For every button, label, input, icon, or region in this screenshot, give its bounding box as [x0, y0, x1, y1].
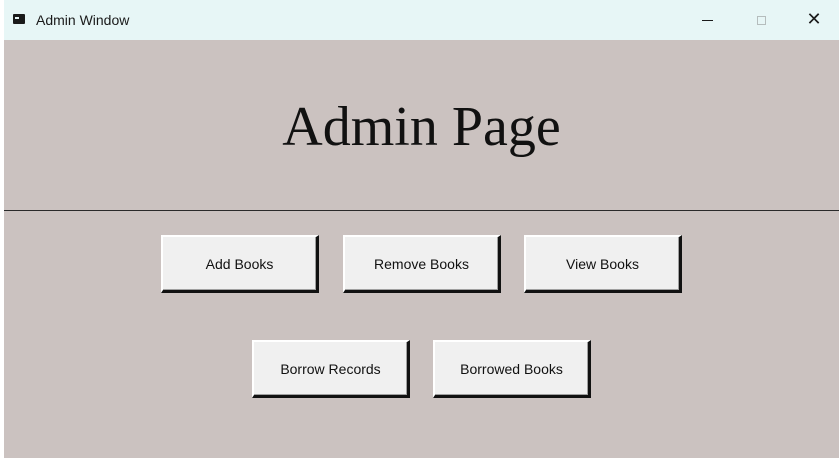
app-icon: [13, 14, 25, 24]
borrow-records-button[interactable]: Borrow Records: [252, 340, 410, 398]
close-button[interactable]: ✕: [787, 0, 839, 40]
divider: [4, 210, 839, 211]
maximize-icon: [756, 15, 766, 25]
page-title: Admin Page: [282, 96, 561, 158]
minimize-button[interactable]: [680, 0, 734, 40]
minimize-icon: [701, 19, 713, 21]
title-bar[interactable]: Admin Window ✕: [4, 0, 839, 40]
main-content: Admin Page Add Books Remove Books View B…: [4, 40, 839, 458]
admin-window: Admin Window ✕ Admin Page Add Books Remo…: [4, 0, 839, 458]
remove-books-button[interactable]: Remove Books: [343, 235, 501, 293]
add-books-button[interactable]: Add Books: [161, 235, 319, 293]
close-icon: ✕: [806, 9, 822, 30]
maximize-button[interactable]: [734, 0, 788, 40]
borrowed-books-button[interactable]: Borrowed Books: [433, 340, 591, 398]
window-title: Admin Window: [36, 12, 130, 28]
view-books-button[interactable]: View Books: [524, 235, 682, 293]
